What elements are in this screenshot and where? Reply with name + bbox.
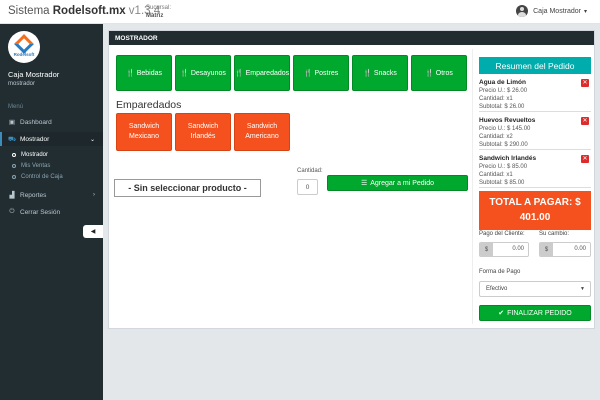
utensils-icon: 🍴 (234, 70, 244, 77)
payment-method-label: Forma de Pago (479, 269, 521, 275)
finish-order-button[interactable]: ✔ FINALIZAR PEDIDO (479, 305, 591, 321)
product-sandwich-mexicano-button[interactable]: Sandwich Mexicano (116, 113, 172, 151)
total-to-pay: TOTAL A PAGAR: $ 401.00 (479, 191, 591, 230)
order-item-name: Sandwich Irlandés (479, 155, 537, 162)
sidebar-user-role: mostrador (8, 81, 36, 87)
product-buttons: Sandwich Mexicano Sandwich Irlandés Sandwi… (116, 113, 293, 151)
order-item-price: Precio U.: $ 145.00 (479, 126, 531, 132)
panel-title: MOSTRADOR (109, 31, 594, 45)
order-item-price: Precio U.: $ 85.00 (479, 164, 528, 170)
payment-input[interactable]: $ 0.00 (479, 242, 529, 257)
user-name: Caja Mostrador (533, 7, 581, 15)
remove-item-button[interactable]: ✕ (581, 117, 589, 125)
quantity-input[interactable]: 0 (297, 179, 318, 195)
change-value: 0.00 (553, 243, 590, 256)
payment-value: 0.00 (493, 243, 528, 256)
category-snacks-button[interactable]: 🍴 Snacks (352, 55, 408, 91)
chevron-down-icon: ▼ (580, 286, 585, 292)
category-emparedados-button[interactable]: 🍴 Emparedados (234, 55, 290, 91)
total-value: 401.00 (519, 212, 551, 223)
app-name: Rodelsoft.mx (52, 5, 126, 17)
remove-item-button[interactable]: ✕ (581, 155, 589, 163)
dollar-addon: $ (480, 243, 493, 256)
list-icon: ☰ (360, 180, 368, 187)
utensils-icon: 🍴 (180, 70, 189, 77)
order-item-price: Precio U.: $ 26.00 (479, 88, 528, 94)
order-summary-title: Resumen del Pedido (479, 57, 591, 74)
collapse-sidebar-button[interactable]: ◀ (83, 225, 103, 238)
power-icon: ⏻ (9, 208, 15, 215)
caret-down-icon: ▾ (583, 8, 587, 15)
sidebar-item-dashboard[interactable]: ▣ Dashboard (0, 115, 103, 129)
payment-label: Pago del Cliente: (479, 231, 525, 237)
order-item-qty: Cantidad: x2 (479, 134, 513, 140)
circle-icon (12, 152, 16, 157)
check-icon: ✔ (498, 310, 505, 317)
product-sandwich-americano-button[interactable]: Sandwich Americano (234, 113, 290, 151)
remove-item-button[interactable]: ✕ (581, 79, 589, 87)
menu-header: Menú (8, 104, 24, 110)
dollar-addon: $ (540, 243, 553, 256)
add-to-order-button[interactable]: ☰ Agregar a mi Pedido (327, 175, 468, 191)
avatar-icon (516, 5, 529, 17)
order-item-subtotal: Subtotal: $ 85.00 (479, 180, 525, 186)
user-menu[interactable]: Caja Mostrador ▾ (516, 5, 587, 17)
order-item: Sandwich Irlandés Precio U.: $ 85.00 Can… (479, 153, 591, 188)
order-item-subtotal: Subtotal: $ 26.00 (479, 104, 525, 110)
dashboard-icon: ▣ (8, 119, 16, 126)
total-label: TOTAL A PAGAR: $ (489, 197, 581, 208)
category-bebidas-button[interactable]: 🍴 Bebidas (116, 55, 172, 91)
circle-icon (12, 174, 16, 179)
sidebar-item-mostrador[interactable]: ⛟ Mostrador ⌄ (0, 132, 103, 146)
order-item: Huevos Revueltos Precio U.: $ 145.00 Can… (479, 115, 591, 150)
order-item-name: Agua de Limón (479, 79, 526, 86)
category-desayunos-button[interactable]: 🍴 Desayunos (175, 55, 231, 91)
chart-icon: ▟ (9, 192, 15, 199)
section-title: Emparedados (116, 99, 182, 111)
sidebar-item-cerrar-sesion[interactable]: ⏻ Cerrar Sesión (0, 205, 103, 219)
category-otros-button[interactable]: 🍴 Otros (411, 55, 467, 91)
sidebar-item-reportes[interactable]: ▟ Reportes › (0, 188, 103, 202)
column-divider (472, 49, 473, 324)
sidebar-subitem-control-caja[interactable]: Control de Caja (0, 171, 103, 182)
circle-icon (12, 163, 16, 168)
utensils-icon: 🍴 (425, 70, 434, 77)
category-postres-button[interactable]: 🍴 Postres (293, 55, 349, 91)
order-item-qty: Cantidad: x1 (479, 96, 513, 102)
selected-product-display: - Sin seleccionar producto - (114, 179, 261, 197)
sidebar-subitem-mis-ventas[interactable]: Mis Ventas (0, 160, 103, 171)
branch-indicator: Sucursal: Matriz (146, 5, 172, 19)
chevron-left-icon: ◀ (90, 229, 96, 235)
top-navbar: Sistema Rodelsoft.mx v1.3.4 Sucursal: Ma… (0, 0, 600, 24)
app-brand[interactable]: Sistema Rodelsoft.mx v1.3.4 (8, 5, 160, 17)
product-sandwich-irlandes-button[interactable]: Sandwich Irlandés (175, 113, 231, 151)
cart-icon: ⛟ (8, 135, 17, 143)
branch-name: Matriz (146, 13, 164, 19)
chevron-right-icon: › (93, 192, 95, 198)
change-input: $ 0.00 (539, 242, 591, 257)
sidebar-subitem-mostrador[interactable]: Mostrador (0, 149, 103, 160)
mostrador-panel: MOSTRADOR 🍴 Bebidas 🍴 Desayunos 🍴 Emparedad… (108, 30, 595, 329)
sidebar-user-name: Caja Mostrador (8, 70, 60, 79)
order-item-qty: Cantidad: x1 (479, 172, 513, 178)
close-icon: ✕ (582, 156, 588, 162)
close-icon: ✕ (582, 80, 588, 86)
close-icon: ✕ (582, 118, 588, 124)
sidebar: Rodelsoft Caja Mostrador mostrador Menú … (0, 24, 103, 400)
order-item-subtotal: Subtotal: $ 290.00 (479, 142, 528, 148)
utensils-icon: 🍴 (125, 70, 135, 77)
change-label: Su cambio: (539, 231, 570, 237)
chevron-down-icon: ⌄ (89, 136, 95, 143)
company-logo: Rodelsoft (8, 31, 40, 63)
order-item-name: Huevos Revueltos (479, 117, 536, 124)
payment-method-select[interactable]: Efectivo ▼ (479, 281, 591, 297)
utensils-icon: 🍴 (303, 70, 313, 77)
order-item: Agua de Limón Precio U.: $ 26.00 Cantida… (479, 77, 591, 112)
category-buttons: 🍴 Bebidas 🍴 Desayunos 🍴 Emparedados 🍴 Postre… (116, 55, 470, 91)
quantity-label: Cantidad: (297, 168, 323, 174)
utensils-icon: 🍴 (363, 70, 372, 77)
